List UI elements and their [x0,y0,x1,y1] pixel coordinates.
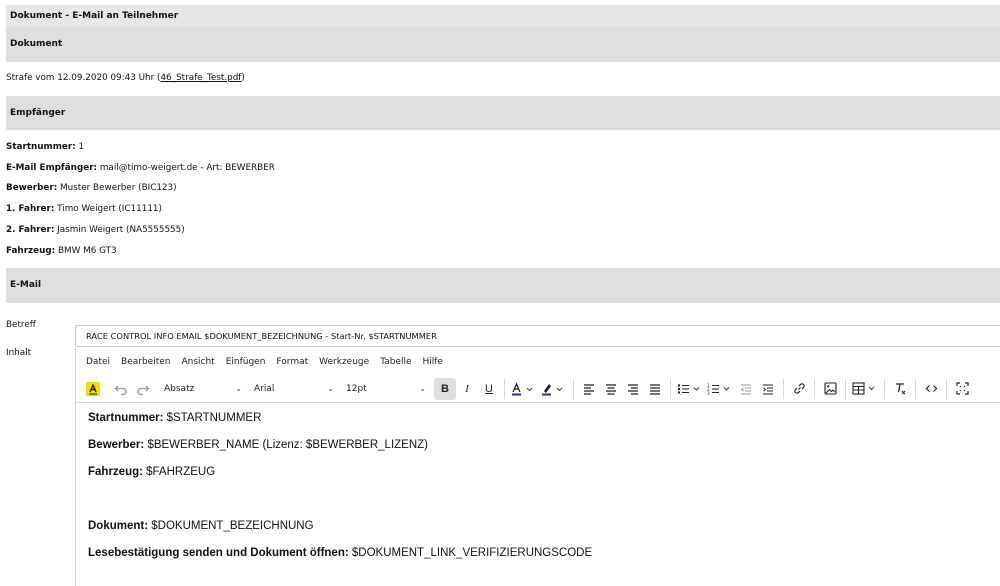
recipient-label: E-Mail Empfänger: [6,163,98,173]
recipient-label: Bewerber: [6,183,58,193]
content-label: Fahrzeug: [88,466,143,478]
link-icon[interactable] [788,378,810,400]
content-value: $DOKUMENT_BEZEICHNUNG [148,520,314,532]
content-line-startnummer: Startnummer: $STARTNUMMER [88,411,1000,425]
menu-hilfe[interactable]: Hilfe [423,357,443,367]
recipient-label: Fahrzeug: [6,246,56,256]
text-color-icon[interactable] [509,378,539,400]
content-label: Bewerber: [88,439,145,451]
content-label: Startnummer: [88,412,164,424]
image-icon[interactable] [819,378,841,400]
underline-icon[interactable]: U [478,378,500,400]
recipient-value: Muster Bewerber (BIC123) [57,183,177,193]
menu-werkzeuge[interactable]: Werkzeuge [319,357,369,367]
undo-icon[interactable] [110,378,132,400]
menu-format[interactable]: Format [276,357,308,367]
indent-icon[interactable] [757,378,779,400]
editor-toolbar: Absatz ⌄ Arial ⌄ 12pt ⌄ B I U 1 2 3 [76,375,1000,403]
recipient-row-fahrzeug: Fahrzeug: BMW M6 GT3 [6,246,117,256]
block-format-select[interactable]: Absatz ⌄ [158,378,248,400]
redo-icon[interactable] [132,378,154,400]
document-text: Strafe vom 12.09.2020 09:43 Uhr ( [6,73,161,83]
menu-bearbeiten[interactable]: Bearbeiten [121,357,170,367]
editor-content[interactable]: Startnummer: $STARTNUMMER Bewerber: $BEW… [76,403,1000,560]
recipient-value: mail@timo-weigert.de - Art: BEWERBER [97,163,275,173]
document-text-close: ) [241,73,245,83]
content-line-bewerber: Bewerber: $BEWERBER_NAME (Lizenz: $BEWER… [88,438,1000,452]
recipient-label: 2. Fahrer: [6,225,55,235]
content-line-fahrzeug: Fahrzeug: $FAHRZEUG [88,465,1000,479]
content-value: $DOKUMENT_LINK_VERIFIZIERUNGSCODE [348,547,593,559]
recipient-value: BMW M6 GT3 [55,246,117,256]
content-line-lesebestaetigung: Lesebestätigung senden und Dokument öffn… [88,546,1000,560]
recipient-row-fahrer1: 1. Fahrer: Timo Weigert (IC11111) [6,204,162,214]
menu-einfuegen[interactable]: Einfügen [226,357,266,367]
highlight-icon[interactable] [82,378,104,400]
source-code-icon[interactable] [920,378,942,400]
recipient-value: Jasmin Weigert (NA5555555) [54,225,185,235]
section-header-dokument: Dokument [6,27,1000,62]
recipient-label: Startnummer: [6,142,76,152]
editor-menubar: Datei Bearbeiten Ansicht Einfügen Format… [76,348,1000,375]
bold-icon[interactable]: B [434,377,456,400]
recipient-row-startnummer: Startnummer: 1 [6,142,84,152]
section-header-email: E-Mail [6,268,1000,303]
content-label: Inhalt [6,348,32,358]
table-icon[interactable] [850,378,880,400]
page-title: Dokument - E-Mail an Teilnehmer [6,5,1000,27]
recipient-row-bewerber: Bewerber: Muster Bewerber (BIC123) [6,183,177,193]
background-color-icon[interactable] [539,378,569,400]
clear-formatting-icon[interactable] [889,378,911,400]
menu-datei[interactable]: Datei [86,357,110,367]
chevron-down-icon: ⌄ [235,384,242,393]
svg-text:3: 3 [707,391,710,395]
content-label: Dokument: [88,520,149,532]
bullet-list-icon[interactable] [675,378,705,400]
font-size-select[interactable]: 12pt ⌄ [340,378,432,400]
content-value: $STARTNUMMER [163,412,262,424]
font-size-value: 12pt [346,383,367,394]
subject-input[interactable]: RACE CONTROL INFO EMAIL $DOKUMENT_BEZEIC… [75,325,1000,347]
font-family-value: Arial [254,383,275,394]
menu-ansicht[interactable]: Ansicht [181,357,214,367]
document-info: Strafe vom 12.09.2020 09:43 Uhr (46_Stra… [6,73,245,83]
rich-text-editor: Datei Bearbeiten Ansicht Einfügen Format… [75,348,1000,586]
content-value: $BEWERBER_NAME (Lizenz: $BEWERBER_LIZENZ… [144,439,428,451]
menu-tabelle[interactable]: Tabelle [380,357,411,367]
recipient-row-email: E-Mail Empfänger: mail@timo-weigert.de -… [6,163,275,173]
content-line-dokument: Dokument: $DOKUMENT_BEZEICHNUNG [88,519,1000,533]
content-value: $FAHRZEUG [142,466,216,478]
align-justify-icon[interactable] [644,378,666,400]
align-left-icon[interactable] [578,378,600,400]
section-header-empfaenger: Empfänger [6,96,1000,130]
chevron-down-icon: ⌄ [419,384,426,393]
content-label: Lesebestätigung senden und Dokument öffn… [88,547,349,559]
subject-label: Betreff [6,320,36,330]
align-right-icon[interactable] [622,378,644,400]
block-format-value: Absatz [164,383,195,394]
numbered-list-icon[interactable]: 123 [705,378,735,400]
chevron-down-icon: ⌄ [327,384,334,393]
italic-icon[interactable]: I [456,378,478,400]
document-link[interactable]: 46_Strafe_Test.pdf [160,73,241,83]
recipient-label: 1. Fahrer: [6,204,55,214]
align-center-icon[interactable] [600,378,622,400]
recipient-value: Timo Weigert (IC11111) [54,204,162,214]
font-family-select[interactable]: Arial ⌄ [248,378,340,400]
outdent-icon[interactable] [735,378,757,400]
recipient-value: 1 [75,142,85,152]
recipient-row-fahrer2: 2. Fahrer: Jasmin Weigert (NA5555555) [6,225,185,235]
fullscreen-icon[interactable] [951,378,973,400]
